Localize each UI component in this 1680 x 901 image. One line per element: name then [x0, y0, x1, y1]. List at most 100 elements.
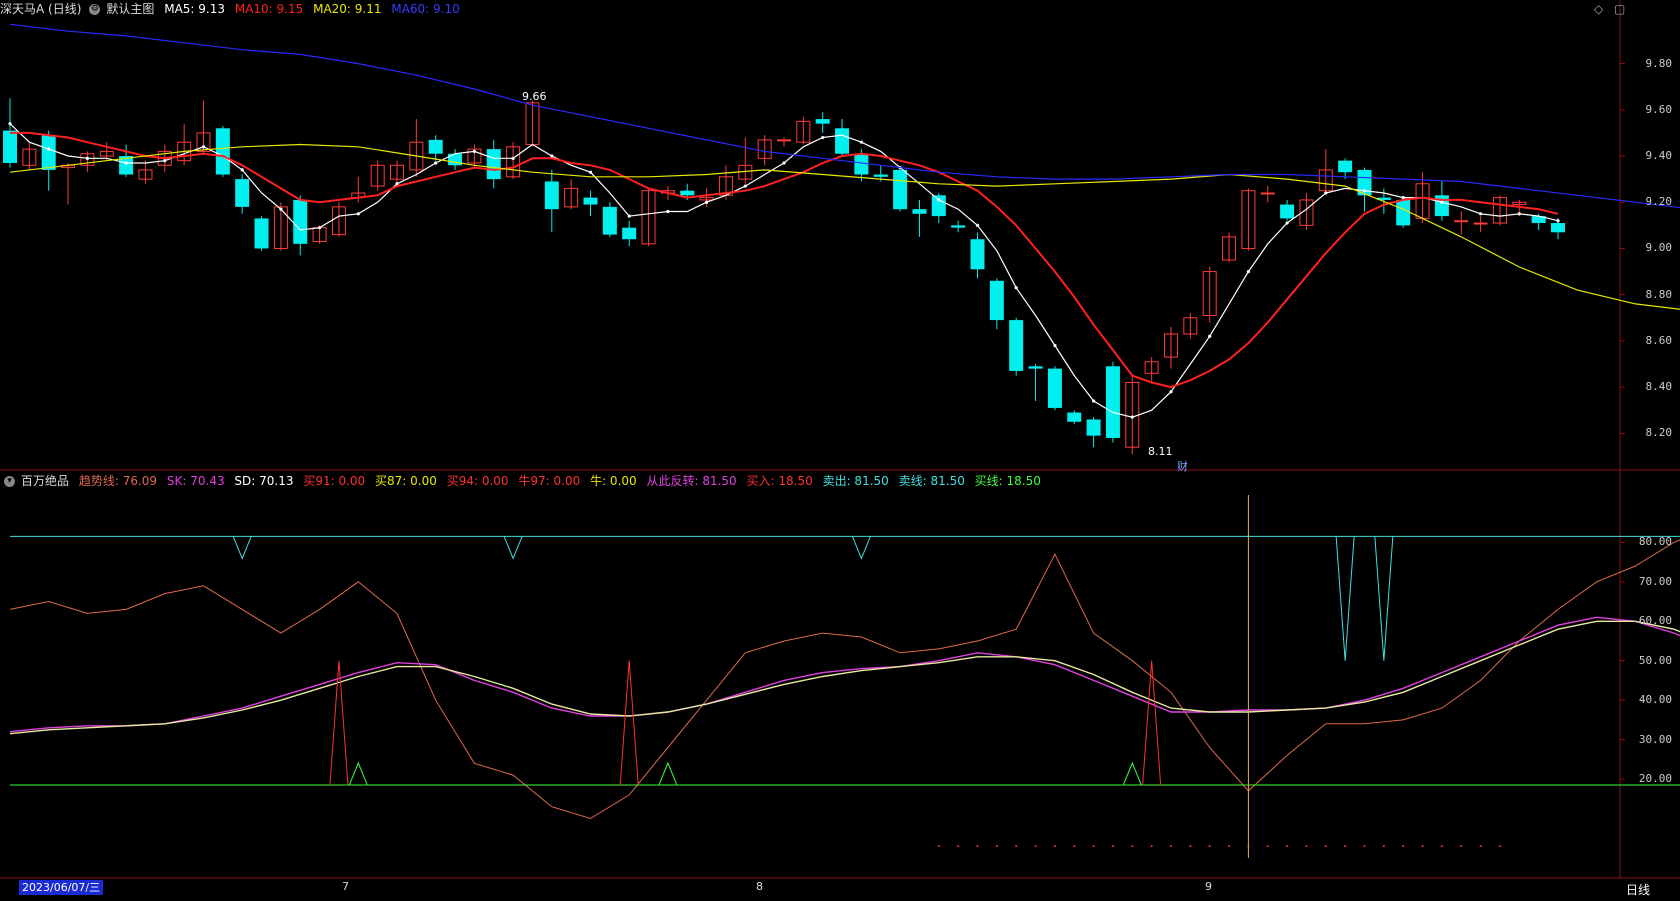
candle-body — [602, 206, 617, 235]
main-ytick-label: 8.40 — [1645, 380, 1673, 394]
ind-item-trend: 趋势线: 76.09 — [78, 474, 158, 488]
candle-body — [1009, 320, 1024, 371]
candle-body — [835, 128, 850, 154]
collapse-icon[interactable]: ▢ — [1614, 2, 1625, 16]
ind-ytick-label: 50.00 — [1638, 653, 1672, 667]
ind-item-buy94: 买94: 0.00 — [446, 474, 509, 488]
buy-spike-mark — [329, 660, 349, 786]
bottom-dot — [1228, 845, 1231, 848]
bottom-dot — [1402, 845, 1405, 848]
ma5-dot — [1208, 334, 1212, 338]
candle-body — [1551, 223, 1565, 233]
ma5-dot — [1092, 399, 1096, 403]
main-ytick-label: 9.00 — [1645, 241, 1673, 255]
ma5-dot — [937, 198, 941, 202]
indicator-name[interactable]: 百万绝品 — [21, 474, 69, 488]
main-ytick-label: 9.40 — [1645, 149, 1673, 163]
diamond-icon[interactable]: ◇ — [1594, 2, 1603, 16]
ind-item-buy-in: 买入: 18.50 — [746, 474, 813, 488]
candle-body — [544, 181, 559, 210]
ma5-dot — [511, 156, 515, 160]
template-name[interactable]: 默认主图 — [106, 2, 154, 16]
candle-body — [1280, 204, 1295, 219]
ma5-dot — [85, 156, 89, 160]
candle-body — [1086, 419, 1101, 436]
main-ytick-label: 8.80 — [1645, 287, 1673, 301]
candle-body — [1067, 412, 1082, 422]
candle-body — [815, 119, 830, 124]
ma5-dot — [859, 140, 864, 144]
bottom-dot — [1286, 845, 1289, 848]
bottom-dot — [1266, 845, 1269, 848]
bottom-dot — [1150, 845, 1153, 848]
ma20-value: MA20: 9.11 — [313, 2, 382, 16]
candle-body — [254, 218, 269, 249]
ma5-dot — [1401, 196, 1405, 200]
ma5-dot — [588, 170, 593, 174]
candle-body — [235, 179, 250, 207]
ma5-dot — [1479, 212, 1483, 216]
candle-body — [293, 199, 308, 244]
ind-item-buy87: 买87: 0.00 — [375, 474, 437, 488]
sell-spike-mark — [1335, 536, 1355, 661]
bottom-dot — [957, 845, 960, 848]
candle-body — [1396, 199, 1411, 226]
buy-signal-mark — [348, 761, 368, 786]
ma5-dot — [666, 209, 670, 214]
bottom-dot — [976, 845, 979, 848]
candle-body — [912, 209, 927, 214]
candle-body — [1338, 160, 1353, 173]
candle-body — [622, 227, 637, 240]
candle-body — [1047, 368, 1062, 408]
indicator-line — [9, 616, 1680, 733]
candle-body — [680, 190, 695, 196]
ma5-dot — [1440, 200, 1444, 204]
main-ytick-label: 8.60 — [1645, 333, 1673, 347]
ma5-dot — [1324, 191, 1328, 195]
main-chart-header: 深天马A (日线) ⚙ 默认主图 MA5: 9.13 MA10: 9.15 MA20… — [0, 0, 466, 18]
ma5-dot — [163, 159, 167, 163]
indicator-line — [9, 620, 1680, 735]
candle-body — [1473, 222, 1488, 225]
bottom-dot — [1382, 845, 1385, 848]
ma5-dot — [47, 147, 51, 151]
indicator-settings-icon[interactable]: ▾ — [4, 476, 15, 487]
low-price-label: 8.11 — [1148, 445, 1173, 458]
ma10-value: MA10: 9.15 — [234, 2, 304, 16]
ind-item-reversal: 从此反转: 81.50 — [646, 474, 737, 488]
bottom-dot — [1189, 845, 1192, 848]
ind-ytick-label: 80.00 — [1638, 535, 1672, 549]
ind-item-sell-line: 卖线: 81.50 — [898, 474, 965, 488]
settings-icon[interactable]: ⚙ — [89, 4, 101, 15]
finance-marker[interactable]: 财 — [1177, 458, 1188, 474]
indicator-line — [9, 539, 1680, 820]
candle-body — [873, 174, 888, 177]
stock-title[interactable]: 深天马A (日线) — [0, 2, 81, 16]
ma5-dot — [124, 161, 128, 165]
bottom-dot — [1170, 845, 1172, 848]
period-selector[interactable]: 日线 — [1626, 881, 1650, 898]
ma5-dot — [8, 122, 12, 126]
main-ytick-label: 9.20 — [1645, 195, 1673, 209]
month-label-7: 7 — [342, 880, 349, 893]
ind-ytick-label: 30.00 — [1638, 732, 1672, 746]
ma5-dot — [240, 168, 244, 172]
month-label-8: 8 — [756, 880, 763, 893]
ma5-dot — [1014, 286, 1018, 290]
ma5-dot — [1556, 219, 1560, 223]
ind-ytick-label: 20.00 — [1638, 772, 1672, 786]
main-ytick-label: 9.60 — [1645, 102, 1673, 116]
chart-canvas[interactable] — [0, 0, 1680, 901]
bottom-dot — [1324, 845, 1327, 848]
candle-body — [486, 149, 501, 180]
bottom-dot — [1305, 845, 1308, 848]
ma5-dot — [821, 135, 825, 140]
ind-ytick-label: 60.00 — [1638, 614, 1672, 628]
bottom-dot — [1421, 845, 1424, 848]
candle-body — [970, 239, 985, 270]
ind-item-buy91: 买91: 0.00 — [303, 474, 366, 488]
ind-item-sd: SD: 70.13 — [234, 474, 294, 488]
ma5-dot — [627, 214, 631, 218]
ma5-dot — [1053, 343, 1057, 348]
ind-item-sell-out: 卖出: 81.50 — [822, 474, 889, 488]
